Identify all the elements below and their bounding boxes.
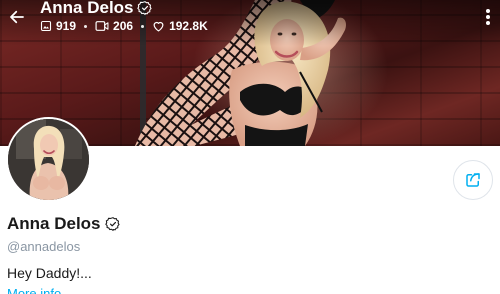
photos-count-value: 919 bbox=[56, 19, 77, 33]
photos-count: 919 bbox=[40, 19, 76, 33]
videos-count-value: 206 bbox=[113, 19, 134, 33]
more-info-link[interactable]: More info bbox=[7, 288, 61, 294]
profile-cover: Anna Delos 919 206 192.8K bbox=[0, 0, 500, 146]
video-icon bbox=[95, 21, 109, 31]
verified-badge-icon bbox=[136, 1, 152, 16]
back-button[interactable] bbox=[6, 6, 28, 28]
image-icon bbox=[40, 20, 52, 32]
avatar-photo bbox=[8, 119, 89, 200]
likes-count: 192.8K bbox=[152, 19, 208, 33]
avatar[interactable] bbox=[6, 117, 91, 202]
profile-bio: Hey Daddy!... bbox=[7, 265, 92, 281]
verified-badge-icon bbox=[104, 217, 120, 232]
likes-count-value: 192.8K bbox=[169, 19, 208, 33]
cover-display-name: Anna Delos bbox=[40, 0, 153, 18]
profile-name-row: Anna Delos bbox=[7, 214, 121, 234]
share-button[interactable] bbox=[453, 160, 493, 200]
cover-name-text: Anna Delos bbox=[40, 0, 134, 17]
heart-icon bbox=[153, 21, 164, 32]
arrow-left-icon bbox=[10, 10, 24, 24]
videos-count: 206 bbox=[95, 19, 133, 33]
profile-username: @annadelos bbox=[7, 239, 81, 254]
more-options-button[interactable] bbox=[482, 6, 494, 28]
profile-display-name: Anna Delos bbox=[7, 214, 101, 233]
stat-separator bbox=[84, 24, 88, 28]
share-icon bbox=[466, 173, 480, 187]
stat-separator bbox=[141, 24, 145, 28]
cover-stats: 919 206 192.8K bbox=[40, 19, 208, 33]
more-vertical-icon bbox=[486, 9, 490, 25]
